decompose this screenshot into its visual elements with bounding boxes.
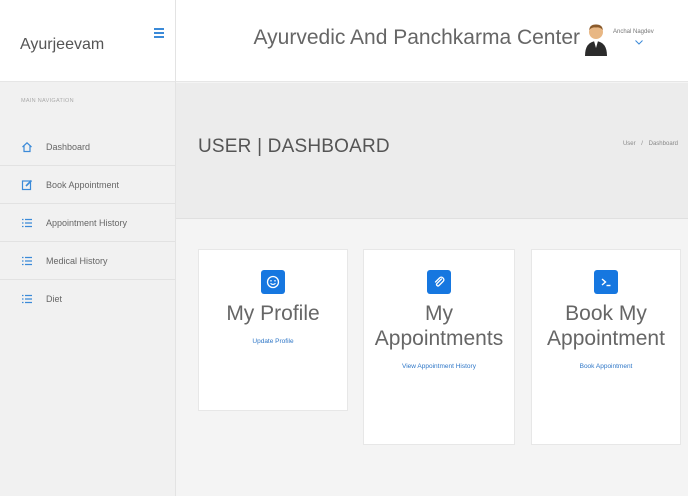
card-my-appointments: My Appointments View Appointment History <box>363 249 515 445</box>
sidebar-item-label: Diet <box>46 294 63 304</box>
breadcrumb-item-user[interactable]: User <box>623 141 636 147</box>
sidebar-item-appointment-history[interactable]: Appointment History <box>0 204 175 242</box>
edit-icon <box>20 178 34 192</box>
sidebar-item-book-appointment[interactable]: Book Appointment <box>0 166 175 204</box>
page-title: USER | DASHBOARD <box>198 136 390 157</box>
breadcrumb: User / Dashboard <box>621 141 680 147</box>
sidebar: Ayurjeevam Main Navigation Dashboard Boo… <box>0 0 176 496</box>
card-title-line: Appointments <box>374 327 504 350</box>
book-appointment-link[interactable]: Book Appointment <box>532 363 680 370</box>
card-title-line: Appointment <box>547 327 665 350</box>
update-profile-link[interactable]: Update Profile <box>199 338 347 345</box>
view-appointment-history-link[interactable]: View Appointment History <box>364 363 514 370</box>
main-content: My Profile Update Profile My Appointment… <box>176 219 688 496</box>
card-title-line: My Profile <box>226 302 320 325</box>
card-title-line: Book My <box>565 302 647 325</box>
avatar[interactable] <box>582 22 610 56</box>
sidebar-item-label: Appointment History <box>46 217 128 228</box>
brand-bar: Ayurjeevam <box>0 0 175 82</box>
card-title: Book My Appointment <box>532 301 680 351</box>
list-icon <box>20 254 34 268</box>
menu-toggle-icon[interactable] <box>154 28 164 38</box>
chevron-down-icon[interactable] <box>635 40 643 47</box>
sidebar-item-medical-history[interactable]: Medical History <box>0 242 175 280</box>
page-title-band: USER | DASHBOARD User / Dashboard <box>176 83 688 219</box>
card-title: My Profile <box>199 301 347 326</box>
card-my-profile: My Profile Update Profile <box>198 249 348 411</box>
breadcrumb-separator: / <box>641 141 643 147</box>
smiley-icon <box>261 270 285 294</box>
paperclip-icon <box>427 270 451 294</box>
home-icon <box>20 140 34 154</box>
nav-heading: Main Navigation <box>21 98 74 104</box>
sidebar-item-dashboard[interactable]: Dashboard <box>0 128 175 166</box>
sidebar-item-label: Medical History <box>46 255 108 266</box>
user-name[interactable]: Anchal Nagdev <box>613 29 654 35</box>
sidebar-item-label: Dashboard <box>46 141 91 152</box>
terminal-icon <box>594 270 618 294</box>
sidebar-item-diet[interactable]: Diet <box>0 280 175 318</box>
card-title-line: My <box>425 302 453 325</box>
card-title: My Appointments <box>364 301 514 351</box>
breadcrumb-item-dashboard: Dashboard <box>648 141 678 147</box>
card-book-my-appointment: Book My Appointment Book Appointment <box>531 249 681 445</box>
center-title: Ayurvedic And Panchkarma Center <box>253 26 580 49</box>
top-header: Ayurvedic And Panchkarma Center Anchal N… <box>176 0 688 82</box>
sidebar-item-label: Book Appointment <box>46 179 120 190</box>
brand-name[interactable]: Ayurjeevam <box>20 36 104 54</box>
list-icon <box>20 292 34 306</box>
list-icon <box>20 216 34 230</box>
